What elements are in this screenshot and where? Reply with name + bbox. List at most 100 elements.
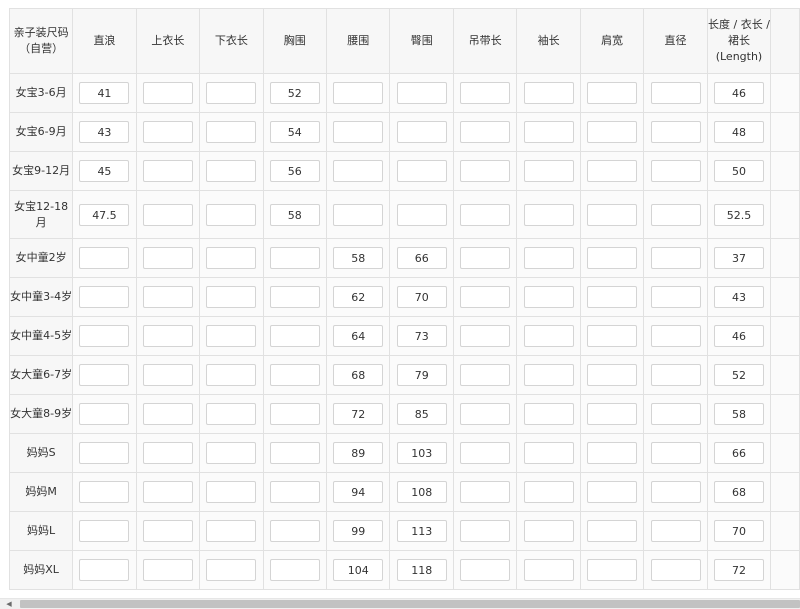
size-value-input[interactable]: [587, 82, 638, 104]
size-value-input[interactable]: 58: [333, 247, 384, 269]
size-value-input[interactable]: [460, 82, 511, 104]
size-value-input[interactable]: [79, 520, 130, 542]
size-value-input[interactable]: [79, 364, 130, 386]
size-value-input[interactable]: [650, 121, 701, 143]
size-value-input[interactable]: [650, 160, 701, 182]
size-value-input[interactable]: [650, 247, 701, 269]
size-value-input[interactable]: 58: [713, 403, 764, 425]
size-value-input[interactable]: 66: [713, 442, 764, 464]
size-value-input[interactable]: [460, 481, 511, 503]
size-value-input[interactable]: [523, 364, 574, 386]
size-value-input[interactable]: [587, 286, 638, 308]
size-value-input[interactable]: [206, 481, 257, 503]
size-value-input[interactable]: [142, 442, 193, 464]
size-value-input[interactable]: 52: [269, 82, 320, 104]
size-value-input[interactable]: [523, 160, 574, 182]
size-value-input[interactable]: [523, 442, 574, 464]
size-value-input[interactable]: [650, 82, 701, 104]
size-value-input[interactable]: 85: [396, 403, 447, 425]
size-value-input[interactable]: [650, 203, 701, 226]
scrollbar-thumb[interactable]: [20, 600, 800, 608]
size-value-input[interactable]: [587, 247, 638, 269]
size-value-input[interactable]: [523, 520, 574, 542]
size-value-input[interactable]: 48: [713, 121, 764, 143]
size-value-input[interactable]: 46: [713, 82, 764, 104]
size-value-input[interactable]: 62: [333, 286, 384, 308]
size-value-input[interactable]: [587, 442, 638, 464]
size-value-input[interactable]: [269, 403, 320, 425]
size-value-input[interactable]: [396, 82, 447, 104]
size-value-input[interactable]: [269, 325, 320, 347]
size-value-input[interactable]: 50: [713, 160, 764, 182]
size-value-input[interactable]: [396, 203, 447, 226]
size-value-input[interactable]: [79, 442, 130, 464]
size-value-input[interactable]: [206, 403, 257, 425]
size-value-input[interactable]: [396, 160, 447, 182]
size-value-input[interactable]: 54: [269, 121, 320, 143]
size-value-input[interactable]: [650, 559, 701, 581]
size-value-input[interactable]: 108: [396, 481, 447, 503]
size-value-input[interactable]: 68: [713, 481, 764, 503]
size-value-input[interactable]: [460, 203, 511, 226]
size-value-input[interactable]: [206, 82, 257, 104]
size-value-input[interactable]: [333, 121, 384, 143]
size-value-input[interactable]: 72: [713, 559, 764, 581]
size-value-input[interactable]: [460, 364, 511, 386]
size-value-input[interactable]: 66: [396, 247, 447, 269]
size-value-input[interactable]: [142, 481, 193, 503]
size-value-input[interactable]: [587, 121, 638, 143]
size-value-input[interactable]: [142, 520, 193, 542]
size-value-input[interactable]: [650, 325, 701, 347]
size-value-input[interactable]: [142, 403, 193, 425]
size-value-input[interactable]: 89: [333, 442, 384, 464]
size-value-input[interactable]: [333, 203, 384, 226]
size-value-input[interactable]: 113: [396, 520, 447, 542]
size-value-input[interactable]: [206, 442, 257, 464]
size-value-input[interactable]: [650, 481, 701, 503]
size-value-input[interactable]: 37: [713, 247, 764, 269]
size-value-input[interactable]: [269, 364, 320, 386]
size-value-input[interactable]: [523, 403, 574, 425]
size-value-input[interactable]: [206, 364, 257, 386]
size-value-input[interactable]: 47.5: [79, 203, 130, 226]
size-value-input[interactable]: [206, 247, 257, 269]
size-value-input[interactable]: [142, 286, 193, 308]
size-value-input[interactable]: 43: [79, 121, 130, 143]
size-value-input[interactable]: [587, 203, 638, 226]
size-value-input[interactable]: 99: [333, 520, 384, 542]
size-value-input[interactable]: [142, 247, 193, 269]
size-value-input[interactable]: [142, 325, 193, 347]
size-value-input[interactable]: [650, 286, 701, 308]
size-value-input[interactable]: [650, 403, 701, 425]
size-value-input[interactable]: 73: [396, 325, 447, 347]
size-value-input[interactable]: [396, 121, 447, 143]
size-value-input[interactable]: [587, 160, 638, 182]
horizontal-scrollbar[interactable]: ◀: [0, 598, 800, 609]
size-value-input[interactable]: [460, 121, 511, 143]
size-value-input[interactable]: 94: [333, 481, 384, 503]
size-value-input[interactable]: [206, 325, 257, 347]
size-value-input[interactable]: 52: [713, 364, 764, 386]
size-value-input[interactable]: [460, 403, 511, 425]
size-value-input[interactable]: [269, 442, 320, 464]
size-value-input[interactable]: [206, 160, 257, 182]
size-value-input[interactable]: 70: [713, 520, 764, 542]
size-value-input[interactable]: [587, 520, 638, 542]
size-value-input[interactable]: [523, 481, 574, 503]
size-value-input[interactable]: [142, 82, 193, 104]
size-value-input[interactable]: [587, 364, 638, 386]
size-value-input[interactable]: [142, 203, 193, 226]
size-value-input[interactable]: 43: [713, 286, 764, 308]
size-value-input[interactable]: [269, 520, 320, 542]
size-value-input[interactable]: [269, 559, 320, 581]
size-value-input[interactable]: [269, 481, 320, 503]
size-value-input[interactable]: [269, 286, 320, 308]
size-value-input[interactable]: [460, 160, 511, 182]
size-value-input[interactable]: [206, 121, 257, 143]
scroll-left-arrow-icon[interactable]: ◀: [2, 599, 16, 609]
size-value-input[interactable]: [650, 520, 701, 542]
size-value-input[interactable]: [142, 364, 193, 386]
size-value-input[interactable]: [460, 247, 511, 269]
size-value-input[interactable]: [650, 442, 701, 464]
size-value-input[interactable]: [523, 286, 574, 308]
